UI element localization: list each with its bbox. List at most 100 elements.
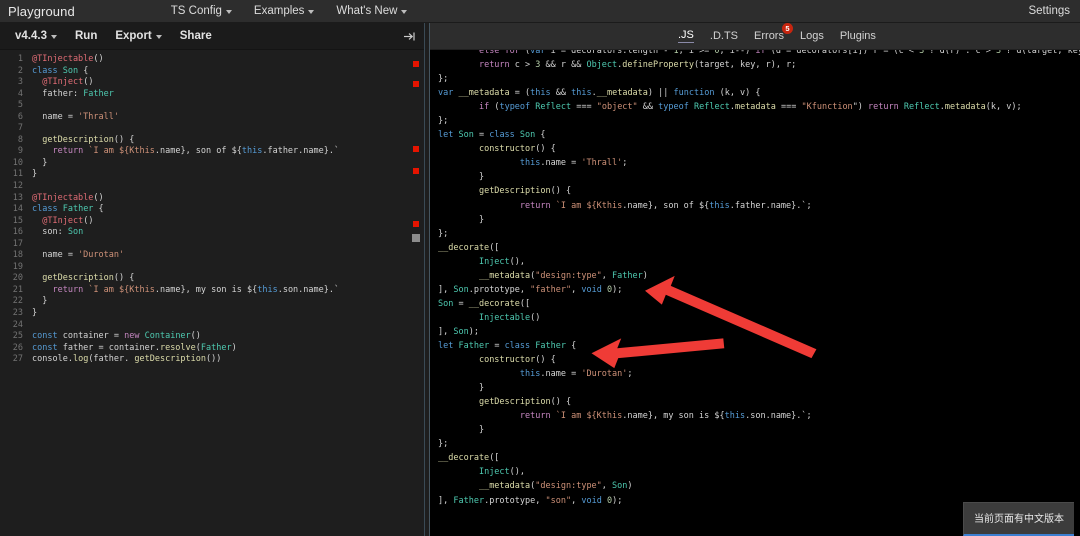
version-selector[interactable]: v4.4.3: [6, 30, 66, 42]
line-number: 23: [0, 308, 28, 320]
line-number: 25: [0, 331, 28, 343]
output-body[interactable]: else for (var i = decorators.length - 1;…: [430, 50, 1080, 536]
output-line: if (typeof Reflect === "object" && typeo…: [438, 100, 1080, 114]
chevron-down-icon: [51, 35, 57, 39]
input-editor[interactable]: 1 2 3 4 5 6 7 8 9 10 11 12 13 14 15 16 17 18 19 20 21 22 23 24 2…: [0, 50, 424, 536]
code-line: [32, 181, 410, 193]
tab-logs[interactable]: Logs: [800, 30, 824, 43]
tab-label: .JS: [678, 29, 694, 41]
output-line: constructor() {: [438, 142, 1080, 156]
code-line: name = 'Thrall': [32, 112, 410, 124]
tab-js[interactable]: .JS: [678, 29, 694, 43]
collapse-sidebar-icon[interactable]: [403, 31, 416, 42]
output-line: this.name = 'Durotan';: [438, 367, 1080, 381]
error-marker[interactable]: [413, 61, 419, 67]
line-number: 8: [0, 135, 28, 147]
code-line: [32, 239, 410, 251]
code-line: [32, 100, 410, 112]
code-line: [32, 123, 410, 135]
line-number: 7: [0, 123, 28, 135]
tab-label: Logs: [800, 30, 824, 42]
chevron-down-icon: [308, 10, 314, 14]
output-line: Inject(),: [438, 255, 1080, 269]
line-number: 27: [0, 354, 28, 366]
code-line: }: [32, 308, 410, 320]
output-line: return `I am ${Kthis.name}, son of ${th…: [438, 199, 1080, 213]
nav-item-ts-config[interactable]: TS Config: [171, 5, 232, 17]
line-number: 21: [0, 285, 28, 297]
code-line: const container = new Container(): [32, 331, 410, 343]
output-line: let Son = class Son {: [438, 128, 1080, 142]
overview-ruler[interactable]: [410, 50, 424, 536]
output-line: };: [438, 437, 1080, 451]
nav-menu: TS Config Examples What's New: [171, 5, 408, 17]
chevron-down-icon: [156, 35, 162, 39]
line-number: 4: [0, 89, 28, 101]
output-pane: .JS .D.TS Errors 5 Logs Plugins else for (var…: [430, 23, 1080, 536]
tab-errors[interactable]: Errors 5: [754, 30, 784, 43]
tab-label: Errors: [754, 30, 784, 42]
code-line: console.log(father. getDescription()): [32, 354, 410, 366]
line-number: 19: [0, 262, 28, 274]
nav-item-label: What's New: [336, 5, 397, 17]
share-button[interactable]: Share: [171, 30, 221, 42]
error-count-badge: 5: [782, 23, 793, 34]
tab-dts[interactable]: .D.TS: [710, 30, 738, 43]
line-number-gutter: 1 2 3 4 5 6 7 8 9 10 11 12 13 14 15 16 17 18 19 20 21 22 23 24 2…: [0, 50, 28, 536]
cursor-marker[interactable]: [412, 234, 420, 242]
settings-link[interactable]: Settings: [1028, 5, 1070, 17]
input-pane: v4.4.3 Run Export Share 1 2 3 4 5 6 7 8 …: [0, 23, 424, 536]
top-navbar: Playground TS Config Examples What's New…: [0, 0, 1080, 23]
export-button[interactable]: Export: [106, 30, 170, 42]
code-line: @TInjectable(): [32, 193, 410, 205]
code-line: return `I am ${Kthis.name}, my son is $…: [32, 285, 410, 297]
line-number: 15: [0, 216, 28, 228]
output-code: else for (var i = decorators.length - 1;…: [438, 50, 1080, 508]
code-line: }: [32, 158, 410, 170]
chevron-down-icon: [401, 10, 407, 14]
line-number: 2: [0, 66, 28, 78]
output-line: Inject(),: [438, 465, 1080, 479]
code-line: class Son {: [32, 66, 410, 78]
output-line: Son = __decorate([: [438, 297, 1080, 311]
error-marker[interactable]: [413, 81, 419, 87]
output-line: constructor() {: [438, 353, 1080, 367]
line-number: 18: [0, 250, 28, 262]
translation-toast[interactable]: 当前页面有中文版本: [963, 502, 1074, 536]
code-line: son: Son: [32, 227, 410, 239]
line-number: 9: [0, 146, 28, 158]
output-line: ], Son.prototype, "father", void 0);: [438, 283, 1080, 297]
output-line: };: [438, 227, 1080, 241]
line-number: 10: [0, 158, 28, 170]
code-line: father: Father: [32, 89, 410, 101]
nav-right-group: Settings: [1028, 5, 1070, 17]
code-line: name = 'Durotan': [32, 250, 410, 262]
line-number: 17: [0, 239, 28, 251]
page-title: Playground: [8, 4, 75, 19]
tab-plugins[interactable]: Plugins: [840, 30, 876, 43]
playground-app: Playground TS Config Examples What's New…: [0, 0, 1080, 536]
line-number: 12: [0, 181, 28, 193]
output-line: }: [438, 170, 1080, 184]
error-marker[interactable]: [413, 221, 419, 227]
run-button[interactable]: Run: [66, 30, 106, 42]
tab-label: .D.TS: [710, 30, 738, 42]
code-line: [32, 320, 410, 332]
error-marker[interactable]: [413, 146, 419, 152]
input-code[interactable]: @TInjectable() class Son { @TInject()…: [28, 50, 410, 536]
nav-item-whats-new[interactable]: What's New: [336, 5, 407, 17]
output-line: __metadata("design:type", Son): [438, 479, 1080, 493]
output-line: var __metadata = (this && this.__metadat…: [438, 86, 1080, 100]
output-line: return c > 3 && r && Object.defineProper…: [438, 58, 1080, 72]
line-number: 5: [0, 100, 28, 112]
output-line: getDescription() {: [438, 395, 1080, 409]
output-line: ], Son);: [438, 325, 1080, 339]
nav-item-examples[interactable]: Examples: [254, 5, 315, 17]
error-marker[interactable]: [413, 168, 419, 174]
line-number: 13: [0, 193, 28, 205]
line-number: 26: [0, 343, 28, 355]
output-line: this.name = 'Thrall';: [438, 156, 1080, 170]
code-line: @TInject(): [32, 77, 410, 89]
output-line: Injectable(): [438, 311, 1080, 325]
line-number: 24: [0, 320, 28, 332]
